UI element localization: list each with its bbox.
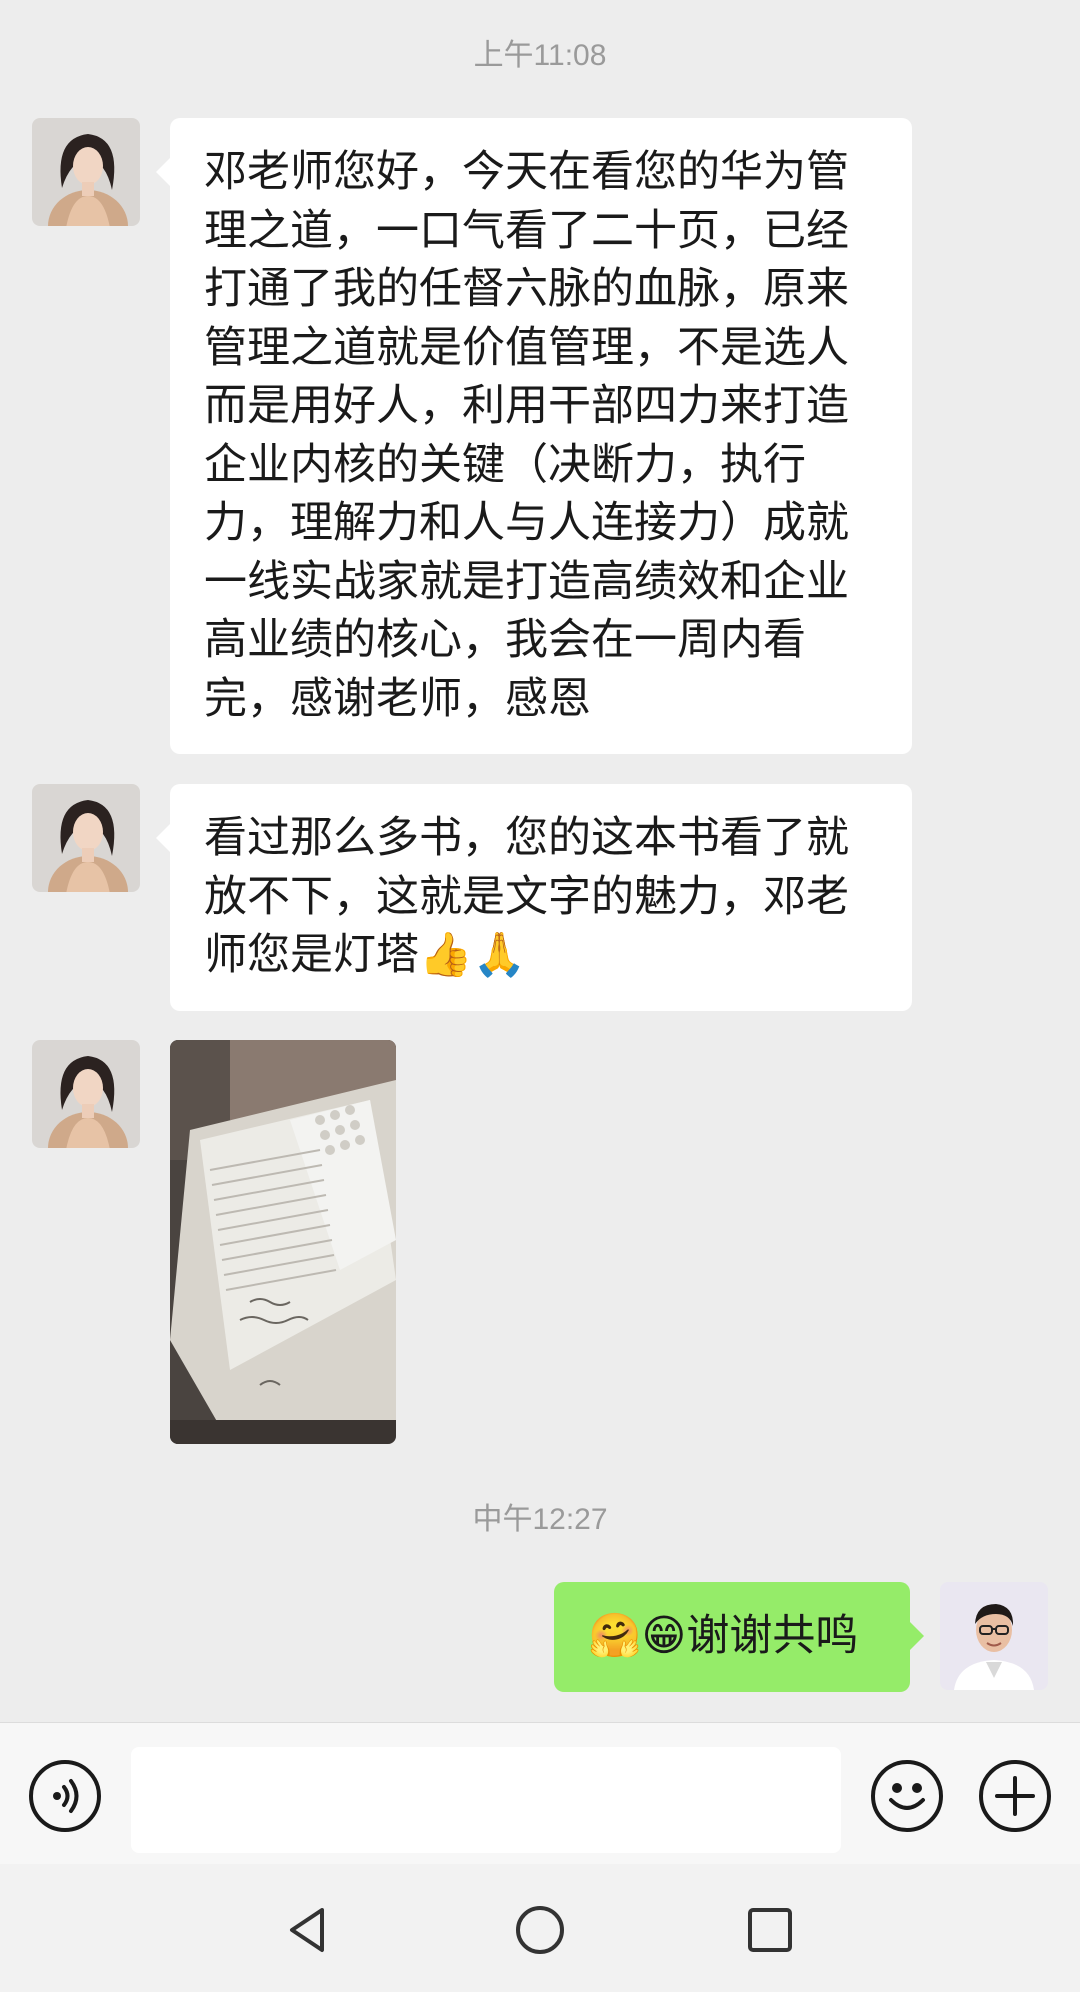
message-line: 完，感谢老师，感恩: [204, 673, 591, 724]
message-line: 打通了我的任督六脉的血脉，原来: [204, 264, 849, 314]
system-nav-bar: [0, 1864, 1080, 1992]
plus-icon[interactable]: [979, 1760, 1051, 1832]
message-line: 🤗😁谢谢共鸣: [588, 1611, 859, 1661]
timestamp: 上午11:08: [473, 39, 607, 72]
chat-area[interactable]: 上午11:08 邓老师您好，今天在看您的华为管 理之道，一口气看了二十页，已经 …: [0, 0, 1080, 1722]
message-line: 力，理解力和人与人连接力）成就: [204, 498, 849, 548]
message-line: 师您是灯塔👍🙏: [204, 930, 527, 980]
message-line: 放不下，这就是文字的魅力，邓老: [204, 871, 849, 922]
input-bar: [0, 1722, 1080, 1864]
message-line: 理之道，一口气看了二十页，已经: [204, 205, 849, 256]
emoji-icon[interactable]: [871, 1760, 943, 1832]
nav-recents-icon[interactable]: [742, 1902, 798, 1958]
message-bubble[interactable]: 看过那么多书，您的这本书看了就 放不下，这就是文字的魅力，邓老 师您是灯塔👍🙏: [156, 784, 912, 1011]
contact-avatar[interactable]: [32, 118, 140, 226]
message-line: 管理之道就是价值管理，不是选人: [204, 322, 849, 373]
message-line: 企业内核的关键（决断力，执行: [204, 439, 806, 490]
nav-back-icon[interactable]: [282, 1902, 338, 1958]
message-line: 看过那么多书，您的这本书看了就: [204, 813, 849, 863]
my-avatar[interactable]: [940, 1582, 1048, 1690]
message-line: 高业绩的核心，我会在一周内看: [204, 615, 806, 665]
contact-avatar[interactable]: [32, 1040, 140, 1148]
timestamp: 中午12:27: [472, 1503, 608, 1536]
message-line: 而是用好人，利用干部四力来打造: [204, 381, 849, 431]
message-input[interactable]: [131, 1747, 841, 1853]
message-line: 一线实战家就是打造高绩效和企业: [204, 556, 849, 607]
contact-avatar[interactable]: [32, 784, 140, 892]
nav-home-icon[interactable]: [512, 1902, 568, 1958]
voice-icon[interactable]: [29, 1760, 101, 1832]
image-message[interactable]: [170, 1040, 396, 1444]
message-bubble-outgoing[interactable]: 🤗😁谢谢共鸣: [554, 1582, 924, 1692]
message-bubble[interactable]: 邓老师您好，今天在看您的华为管 理之道，一口气看了二十页，已经 打通了我的任督六…: [156, 118, 912, 754]
message-line: 邓老师您好，今天在看您的华为管: [204, 147, 849, 197]
